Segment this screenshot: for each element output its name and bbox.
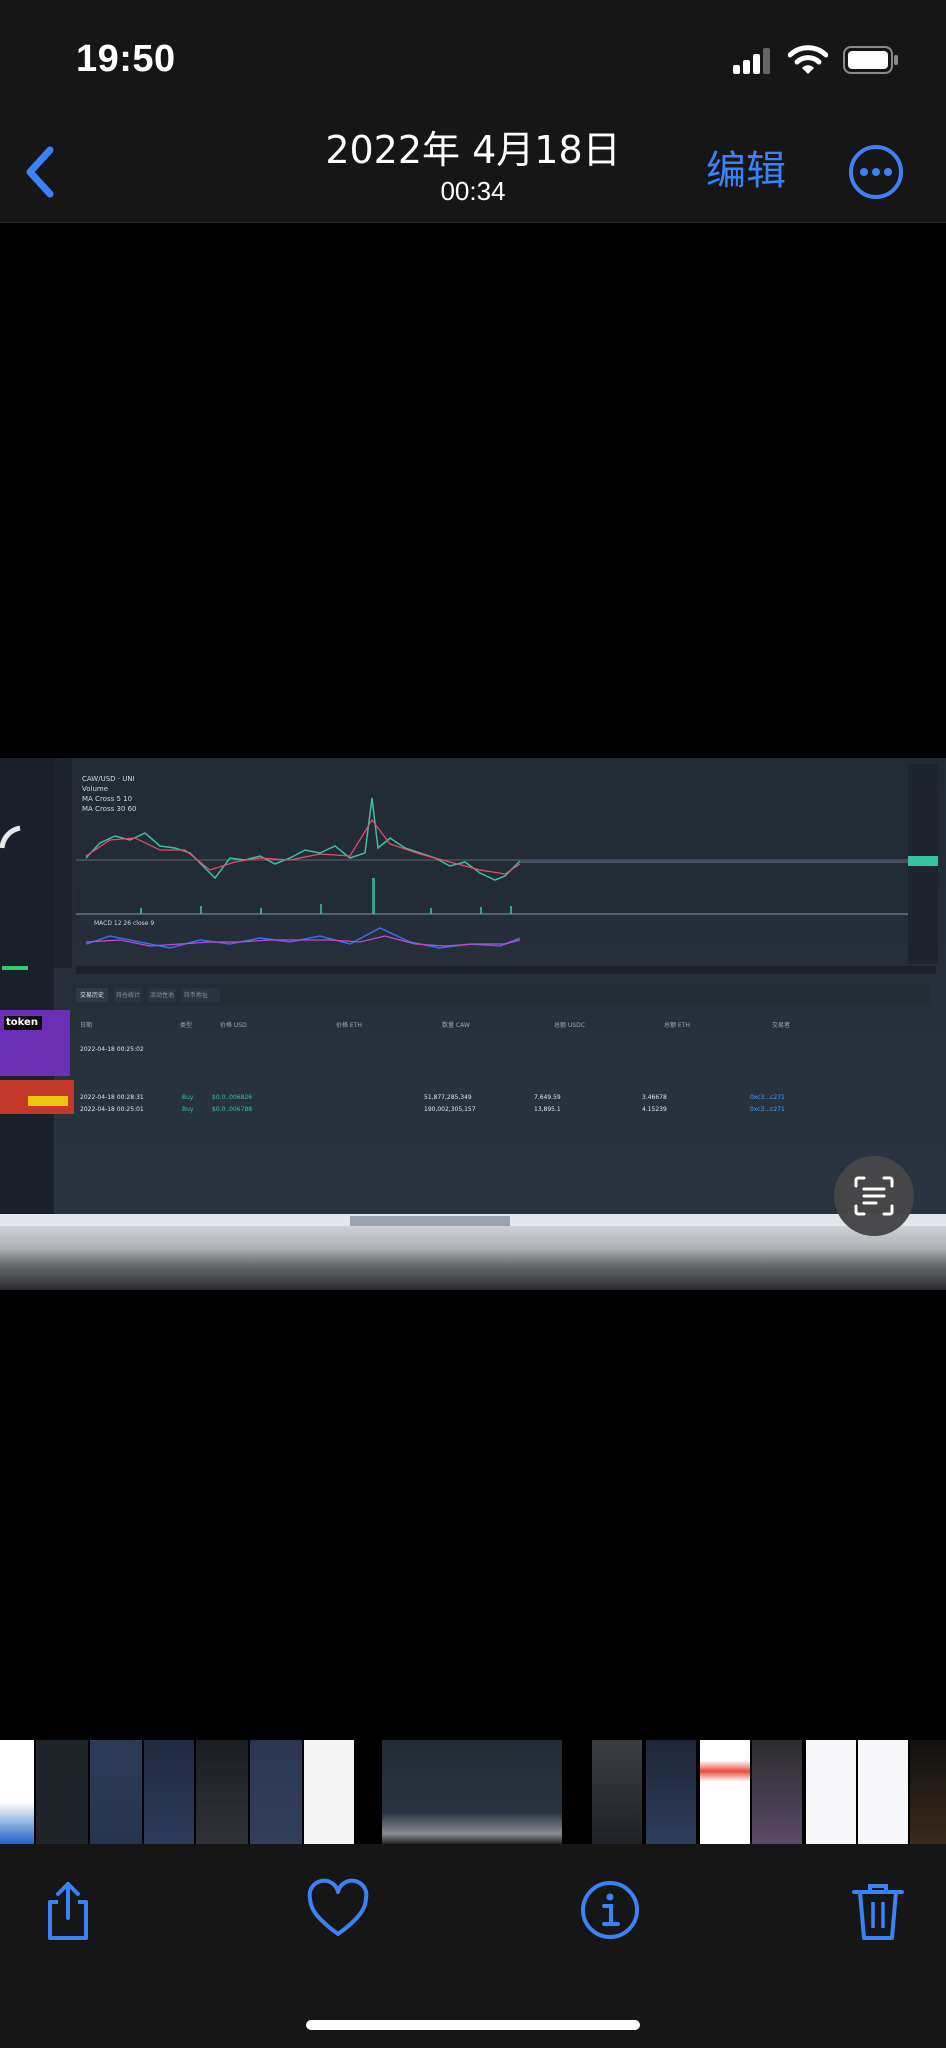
promo-banner-title: token [6, 1017, 38, 1028]
thumbnail[interactable] [910, 1740, 946, 1844]
chart-pair-label: CAW/USD · UNI [82, 775, 135, 783]
row-type: Buy [182, 1094, 194, 1101]
thumbnail[interactable] [646, 1740, 696, 1844]
thumbnail[interactable] [144, 1740, 194, 1844]
row-type: Buy [182, 1106, 194, 1113]
thumbnail[interactable] [0, 1740, 34, 1844]
info-icon[interactable] [578, 1878, 642, 1942]
table-row: 2022-04-18 00:25:01 Buy $0.0..006788 190… [80, 1106, 900, 1116]
photo-toolbar [0, 1844, 946, 2048]
thumbnail[interactable] [592, 1740, 642, 1844]
thumbnail[interactable] [700, 1740, 750, 1844]
thumbnail[interactable] [36, 1740, 88, 1844]
row-time: 2022-04-18 00:25:01 [80, 1106, 144, 1113]
edit-button[interactable]: 编辑 [706, 138, 786, 196]
monitor-screen-image [0, 758, 946, 1286]
share-icon[interactable] [36, 1878, 100, 1942]
col-time: 日期 [80, 1022, 93, 1029]
photo-date: 2022年 4月18日 [325, 128, 621, 172]
monitor-bezel [0, 1226, 946, 1290]
chart-ma1-label: MA Cross 5 10 [82, 795, 133, 803]
cellular-signal-icon [733, 48, 770, 74]
table-row: 2022-04-18 00:28:31 Buy $0.0..006826 51,… [80, 1094, 900, 1104]
chart-macd-label: MACD 12 26 close 9 [94, 920, 155, 927]
photo-nav-bar: 2022年 4月18日 00:34 编辑 [0, 120, 946, 223]
wifi-icon [788, 45, 828, 74]
thumbnail[interactable] [806, 1740, 856, 1844]
tab-holdings: 持仓统计 [116, 992, 141, 999]
col-eth: 总额 ETH [664, 1022, 690, 1029]
col-type: 类型 [180, 1022, 193, 1029]
col-price-usd: 价格 USD [220, 1022, 247, 1029]
col-usdc: 总额 USDC [554, 1022, 585, 1029]
trash-icon[interactable] [846, 1878, 910, 1942]
live-text-icon[interactable] [834, 1156, 914, 1236]
heart-icon[interactable] [306, 1878, 370, 1942]
thumbnail[interactable] [858, 1740, 908, 1844]
row-address: 0xc3...c271 [750, 1106, 785, 1113]
thumbnail[interactable] [752, 1740, 802, 1844]
thumbnail[interactable] [90, 1740, 142, 1844]
photo-view[interactable]: CAW/USD · UNI Volume MA Cross 5 10 MA Cr… [0, 758, 946, 1290]
row-usdc: 7,649.59 [534, 1094, 561, 1101]
col-price-eth: 价格 ETH [336, 1022, 362, 1029]
battery-icon [843, 46, 898, 74]
chart-ma2-label: MA Cross 30 60 [82, 805, 137, 813]
row-price: $0.0..006788 [212, 1106, 253, 1113]
home-indicator[interactable] [306, 2020, 640, 2030]
row-amount: 51,877,285,349 [424, 1094, 472, 1101]
row-usdc: 13,895.1 [534, 1106, 561, 1113]
row-eth: 4.15239 [642, 1106, 667, 1113]
row-amount: 190,002,305,157 [424, 1106, 476, 1113]
chart-volume-label: Volume [82, 785, 109, 793]
row-time: 2022-04-18 00:28:31 [80, 1094, 144, 1101]
thumbnail[interactable] [304, 1740, 354, 1844]
thumbnail[interactable] [196, 1740, 248, 1844]
row-address: 0xc3...c271 [750, 1094, 785, 1101]
thumbnail-strip[interactable] [0, 1740, 946, 1844]
tab-holders: 持币地址 [183, 992, 208, 999]
row-price: $0.0..006826 [212, 1094, 253, 1101]
col-amount: 数量 CAW [442, 1022, 470, 1029]
photo-time: 00:34 [440, 176, 506, 206]
thumbnail-current[interactable] [382, 1740, 562, 1844]
tab-trade-history: 交易历史 [80, 992, 105, 999]
summary-row-time: 2022-04-18 00:25:02 [80, 1046, 144, 1053]
thumbnail[interactable] [250, 1740, 302, 1844]
more-options-icon[interactable] [848, 144, 904, 200]
col-maker: 交易者 [772, 1022, 791, 1029]
row-eth: 3.46678 [642, 1094, 667, 1101]
status-time: 19:50 [76, 38, 176, 80]
photo-title: 2022年 4月18日 00:34 [0, 126, 946, 208]
back-chevron-icon[interactable] [18, 142, 62, 202]
tab-liquidity: 流动性池 [149, 992, 174, 999]
status-bar: 19:50 [0, 0, 946, 120]
